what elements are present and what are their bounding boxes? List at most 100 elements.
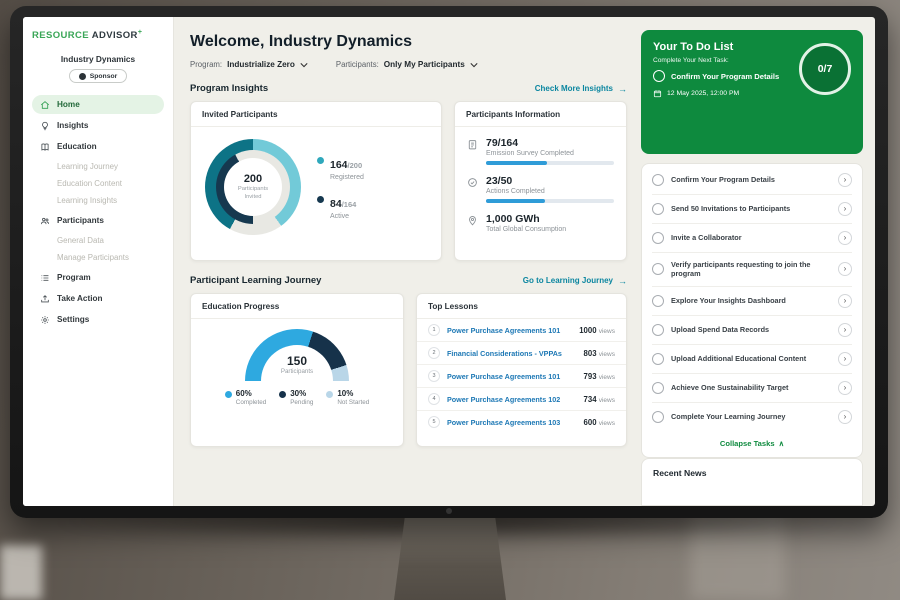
sidebar-item-insights[interactable]: Insights <box>32 116 164 135</box>
checkbox-icon[interactable] <box>652 203 664 215</box>
education-progress-gauge: 150 Participants <box>245 329 349 381</box>
lesson-row[interactable]: 1 Power Purchase Agreements 101 1000 vie… <box>417 319 626 342</box>
lesson-row[interactable]: 4 Power Purchase Agreements 102 734 view… <box>417 388 626 411</box>
chevron-up-icon: ∧ <box>779 439 785 448</box>
sponsor-badge: Sponsor <box>69 69 128 83</box>
stat-emission-survey: 79/164 Emission Survey Completed <box>467 137 614 165</box>
task-item[interactable]: Upload Additional Educational Content › <box>652 345 852 374</box>
todo-next-task[interactable]: Confirm Your Program Details <box>653 70 803 82</box>
todo-progress-value: 0/7 <box>818 63 833 75</box>
checkbox-icon[interactable] <box>652 382 664 394</box>
checkbox-icon[interactable] <box>652 411 664 423</box>
lesson-row[interactable]: 2 Financial Considerations - VPPAs 803 v… <box>417 342 626 365</box>
participants-filter-value: Only My Participants <box>384 60 465 69</box>
lesson-views: 600 views <box>584 418 615 427</box>
checkbox-icon[interactable] <box>652 353 664 365</box>
legend-pct: 60% <box>236 389 266 398</box>
checkbox-icon[interactable] <box>653 70 665 82</box>
sidebar-item-label: Participants <box>57 216 104 225</box>
sidebar-item-home[interactable]: Home <box>32 95 164 114</box>
chevron-right-icon[interactable]: › <box>838 352 852 366</box>
task-item[interactable]: Confirm Your Program Details › <box>652 166 852 195</box>
checkbox-icon[interactable] <box>652 232 664 244</box>
program-filter-label: Program: <box>190 60 222 69</box>
checkbox-icon[interactable] <box>652 174 664 186</box>
program-filter[interactable]: Program: Industrialize Zero <box>190 60 308 69</box>
list-icon <box>40 273 50 283</box>
sidebar-item-learning-journey[interactable]: Learning Journey <box>32 158 164 175</box>
sidebar-nav: Home Insights Education Learning Journey… <box>32 95 164 329</box>
lesson-row[interactable]: 5 Power Purchase Agreements 103 600 view… <box>417 411 626 433</box>
lesson-title-link[interactable]: Power Purchase Agreements 101 <box>447 372 577 381</box>
link-label: Check More Insights <box>535 84 613 93</box>
legend-value: 164 <box>330 159 348 171</box>
chevron-right-icon[interactable]: › <box>838 323 852 337</box>
legend-item-not-started: 10% Not Started <box>326 389 369 406</box>
sponsor-icon <box>79 73 86 80</box>
invited-participants-card: Invited Participants 200 Participants In… <box>190 101 442 261</box>
legend-item-completed: 60% Completed <box>225 389 266 406</box>
education-progress-card: Education Progress 150 Participants <box>190 293 404 447</box>
chevron-right-icon[interactable]: › <box>838 410 852 424</box>
task-item[interactable]: Invite a Collaborator › <box>652 224 852 253</box>
sidebar-item-education-content[interactable]: Education Content <box>32 175 164 192</box>
legend-label: Completed <box>236 399 266 406</box>
section-title-program-insights: Program Insights <box>190 83 268 94</box>
lesson-views: 734 views <box>584 395 615 404</box>
card-title: Participants Information <box>455 102 626 127</box>
donut-legend: 164/200 Registered 84/164 Active <box>317 155 364 220</box>
chevron-right-icon[interactable]: › <box>838 231 852 245</box>
book-icon <box>40 142 50 152</box>
progress-fill <box>486 161 547 165</box>
task-item[interactable]: Explore Your Insights Dashboard › <box>652 287 852 316</box>
lesson-views: 803 views <box>584 349 615 358</box>
gauge-legend: 60% Completed 30% Pending <box>225 389 369 406</box>
check-circle-icon <box>467 177 478 188</box>
stat-global-consumption: 1,000 GWh Total Global Consumption <box>467 213 614 233</box>
sidebar-item-take-action[interactable]: Take Action <box>32 289 164 308</box>
invited-donut-chart: 200 Participants Invited <box>205 139 301 235</box>
legend-label: Active <box>330 213 356 220</box>
sidebar-item-general-data[interactable]: General Data <box>32 232 164 249</box>
gauge-value-label: Participants <box>261 368 333 375</box>
lesson-title-link[interactable]: Power Purchase Agreements 101 <box>447 326 572 335</box>
todo-progress-ring: 0/7 <box>799 43 851 95</box>
checkbox-icon[interactable] <box>652 324 664 336</box>
chevron-right-icon[interactable]: › <box>838 294 852 308</box>
app-logo: RESOURCE ADVISOR+ <box>32 29 164 41</box>
sidebar-item-program[interactable]: Program <box>32 268 164 287</box>
sidebar-item-settings[interactable]: Settings <box>32 310 164 329</box>
check-more-insights-link[interactable]: Check More Insights → <box>535 84 627 94</box>
sidebar-item-manage-participants[interactable]: Manage Participants <box>32 249 164 266</box>
legend-label: Registered <box>330 174 364 181</box>
task-item[interactable]: Achieve One Sustainability Target › <box>652 374 852 403</box>
legend-dot <box>279 391 286 398</box>
collapse-tasks-link[interactable]: Collapse Tasks ∧ <box>652 431 852 455</box>
sidebar-item-participants[interactable]: Participants <box>32 211 164 230</box>
chevron-right-icon[interactable]: › <box>838 173 852 187</box>
sidebar-item-label: Insights <box>57 121 88 130</box>
checkbox-icon[interactable] <box>652 263 664 275</box>
lesson-row[interactable]: 3 Power Purchase Agreements 101 793 view… <box>417 365 626 388</box>
stat-value: 79/164 <box>486 137 614 149</box>
chevron-right-icon[interactable]: › <box>838 381 852 395</box>
lesson-title-link[interactable]: Power Purchase Agreements 102 <box>447 395 577 404</box>
sidebar-item-education[interactable]: Education <box>32 137 164 156</box>
chevron-right-icon[interactable]: › <box>838 262 852 276</box>
lightbulb-icon <box>40 121 50 131</box>
task-item[interactable]: Complete Your Learning Journey › <box>652 403 852 431</box>
task-item[interactable]: Verify participants requesting to join t… <box>652 253 852 287</box>
top-lessons-card: Top Lessons 1 Power Purchase Agreements … <box>416 293 627 447</box>
task-item[interactable]: Send 50 Invitations to Participants › <box>652 195 852 224</box>
checkbox-icon[interactable] <box>652 295 664 307</box>
task-item[interactable]: Upload Spend Data Records › <box>652 316 852 345</box>
lesson-title-link[interactable]: Financial Considerations - VPPAs <box>447 349 577 358</box>
todo-summary-card: Your To Do List Complete Your Next Task:… <box>641 30 863 154</box>
chevron-right-icon[interactable]: › <box>838 202 852 216</box>
card-title: Education Progress <box>191 294 403 319</box>
stat-label: Actions Completed <box>486 188 614 195</box>
go-to-learning-journey-link[interactable]: Go to Learning Journey → <box>523 276 627 286</box>
participants-filter[interactable]: Participants: Only My Participants <box>336 60 478 69</box>
sidebar-item-learning-insights[interactable]: Learning Insights <box>32 192 164 209</box>
lesson-title-link[interactable]: Power Purchase Agreements 103 <box>447 418 577 427</box>
